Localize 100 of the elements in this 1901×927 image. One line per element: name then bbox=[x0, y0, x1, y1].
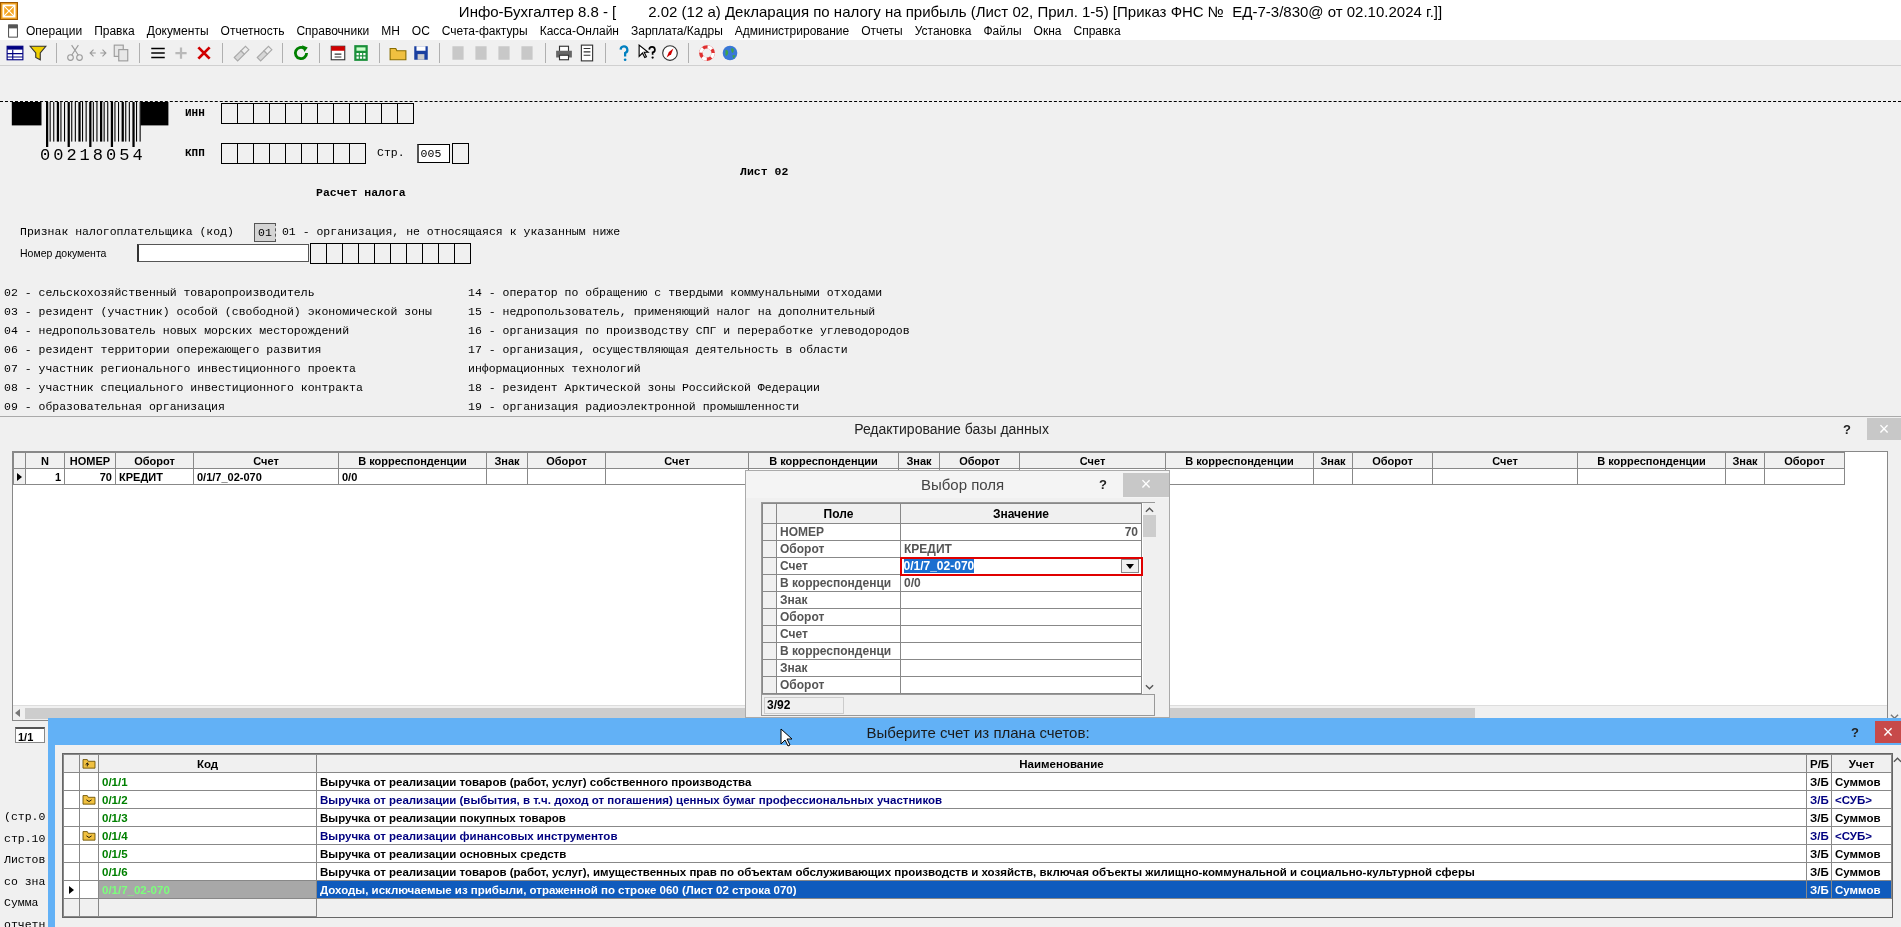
menu-item[interactable]: Отчетность bbox=[214, 24, 291, 38]
scroll-left-icon[interactable] bbox=[13, 708, 23, 718]
code-option: 06 - резидент территории опережающего развития bbox=[4, 340, 468, 359]
field-name[interactable]: Оборот bbox=[776, 608, 901, 626]
code-option: 04 - недропользователь новых морских месторождений bbox=[4, 321, 468, 340]
code-option: 17 - организация, осуществляющая деятельность в области bbox=[468, 340, 1901, 359]
column-header[interactable]: Поле bbox=[776, 503, 901, 524]
column-header[interactable]: НОМЕР bbox=[64, 452, 116, 469]
scroll-down-icon[interactable] bbox=[1144, 684, 1154, 690]
input-cell[interactable] bbox=[451, 142, 469, 164]
help-button[interactable]: ? bbox=[1843, 421, 1851, 437]
field-name[interactable]: В корреспонденци bbox=[776, 574, 901, 592]
input-cell[interactable] bbox=[397, 102, 414, 124]
save-icon[interactable] bbox=[412, 43, 430, 62]
field-name[interactable]: В корреспонденци bbox=[776, 642, 901, 660]
field-name[interactable]: Знак bbox=[776, 659, 901, 677]
code-option: 15 - недропользователь, применяющий налог на дополнительный bbox=[468, 302, 1901, 321]
input-field[interactable] bbox=[137, 244, 309, 262]
menu-item[interactable]: Установка bbox=[908, 24, 978, 38]
input-cell[interactable] bbox=[349, 142, 366, 164]
scroll-up-icon[interactable] bbox=[1893, 757, 1901, 763]
column-header[interactable]: В корреспонденции bbox=[748, 452, 899, 469]
column-header[interactable]: Знак bbox=[1725, 452, 1765, 469]
globe-icon[interactable] bbox=[721, 43, 739, 62]
close-button[interactable]: × bbox=[1875, 721, 1901, 743]
column-header[interactable]: В корреспонденции bbox=[1165, 452, 1314, 469]
column-header[interactable]: Наименование bbox=[316, 754, 1807, 773]
compass-icon[interactable] bbox=[661, 43, 679, 62]
menu-item[interactable]: Зарплата/Кадры bbox=[624, 24, 729, 38]
column-header[interactable]: Счет bbox=[605, 452, 749, 469]
scrollbar-thumb[interactable] bbox=[1142, 515, 1156, 537]
menu-item[interactable]: ОС bbox=[405, 24, 436, 38]
column-header[interactable]: Значение bbox=[900, 503, 1142, 524]
funnel-icon[interactable] bbox=[29, 43, 47, 62]
dialog-title: Выбор поля bbox=[919, 476, 1005, 493]
column-header[interactable]: Учет bbox=[1831, 754, 1892, 773]
calculator-icon[interactable] bbox=[352, 43, 370, 62]
document-icon[interactable] bbox=[578, 43, 596, 62]
menu-item[interactable]: Счета-фактуры bbox=[435, 24, 534, 38]
column-header[interactable]: Оборот bbox=[939, 452, 1020, 469]
menu-item[interactable]: Файлы bbox=[977, 24, 1028, 38]
refresh-icon[interactable] bbox=[292, 43, 310, 62]
input-cell[interactable] bbox=[454, 242, 471, 264]
menu-item[interactable]: Справочники bbox=[290, 24, 376, 38]
code-option: 16 - организация по производству СПГ и переработке углеводородов bbox=[468, 321, 1901, 340]
code-description: 01 - организация, не относящаяся к указанным ниже bbox=[281, 224, 621, 240]
app-icon[interactable] bbox=[0, 2, 18, 20]
section-heading: Расчет налога bbox=[316, 185, 407, 201]
column-header[interactable]: Знак bbox=[898, 452, 940, 469]
menu-item[interactable]: МН bbox=[375, 24, 406, 38]
column-header[interactable]: Счет bbox=[1432, 452, 1578, 469]
column-header[interactable]: Счет bbox=[1019, 452, 1166, 469]
form-text: со зна bbox=[4, 873, 46, 890]
help-pointer-icon[interactable] bbox=[638, 43, 656, 62]
printer-icon[interactable] bbox=[555, 43, 573, 62]
field-name[interactable]: Оборот bbox=[776, 676, 901, 694]
calendar-icon[interactable] bbox=[329, 43, 347, 62]
menu-item[interactable]: Операции bbox=[20, 24, 89, 38]
column-header[interactable]: Счет bbox=[193, 452, 339, 469]
table-cell: 0/0 bbox=[338, 468, 487, 485]
column-header[interactable]: N bbox=[25, 452, 65, 469]
column-header[interactable]: Оборот bbox=[1352, 452, 1433, 469]
field-name[interactable]: Знак bbox=[776, 591, 901, 609]
menu-item[interactable]: Правка bbox=[88, 24, 141, 38]
menu-item[interactable]: Окна bbox=[1027, 24, 1068, 38]
column-header[interactable]: Р/Б bbox=[1806, 754, 1832, 773]
menu-item[interactable]: Справка bbox=[1067, 24, 1127, 38]
column-header[interactable]: Код bbox=[98, 754, 317, 773]
field-name[interactable]: НОМЕР bbox=[776, 523, 901, 541]
field-value: 70 bbox=[900, 523, 1142, 541]
column-header[interactable]: Оборот bbox=[527, 452, 606, 469]
document-icon[interactable] bbox=[6, 24, 20, 38]
column-header[interactable]: Знак bbox=[1313, 452, 1353, 469]
code-option: 09 - образовательная организация bbox=[4, 397, 468, 416]
scroll-down-icon[interactable] bbox=[1890, 712, 1899, 721]
menu-item[interactable]: Администрирование bbox=[728, 24, 856, 38]
form-text: отчетн bbox=[4, 916, 46, 927]
table-icon[interactable] bbox=[6, 43, 24, 62]
code-field[interactable]: 01 bbox=[253, 222, 276, 242]
column-header[interactable]: Оборот bbox=[1764, 452, 1845, 469]
code-option: 18 - резидент Арктической зоны Российской Федерации bbox=[468, 378, 1901, 397]
field-name[interactable]: Оборот bbox=[776, 540, 901, 558]
form-text: Листов bbox=[4, 852, 46, 868]
column-header[interactable]: Оборот bbox=[115, 452, 194, 469]
help-button[interactable]: ? bbox=[1851, 724, 1859, 740]
column-header[interactable]: В корреспонденции bbox=[338, 452, 487, 469]
page-field[interactable]: 005 bbox=[416, 143, 450, 163]
menu-item[interactable]: Касса-Онлайн bbox=[533, 24, 625, 38]
scroll-up-icon[interactable] bbox=[1144, 507, 1154, 513]
dropdown-icon[interactable] bbox=[1125, 563, 1134, 569]
value-field[interactable]: 0/1/7_02-070 bbox=[900, 557, 1142, 575]
form-text: стр.10 bbox=[4, 830, 46, 847]
field-name[interactable]: Счет bbox=[776, 625, 901, 643]
column-header[interactable]: Знак bbox=[486, 452, 528, 469]
menu-item[interactable]: Отчеты bbox=[855, 24, 909, 38]
lifebuoy-icon[interactable] bbox=[698, 43, 716, 62]
menu-item[interactable]: Документы bbox=[140, 24, 215, 38]
help-button[interactable]: ? bbox=[1099, 477, 1107, 492]
column-header[interactable]: В корреспонденции bbox=[1577, 452, 1726, 469]
folder-up-icon[interactable] bbox=[82, 756, 96, 769]
